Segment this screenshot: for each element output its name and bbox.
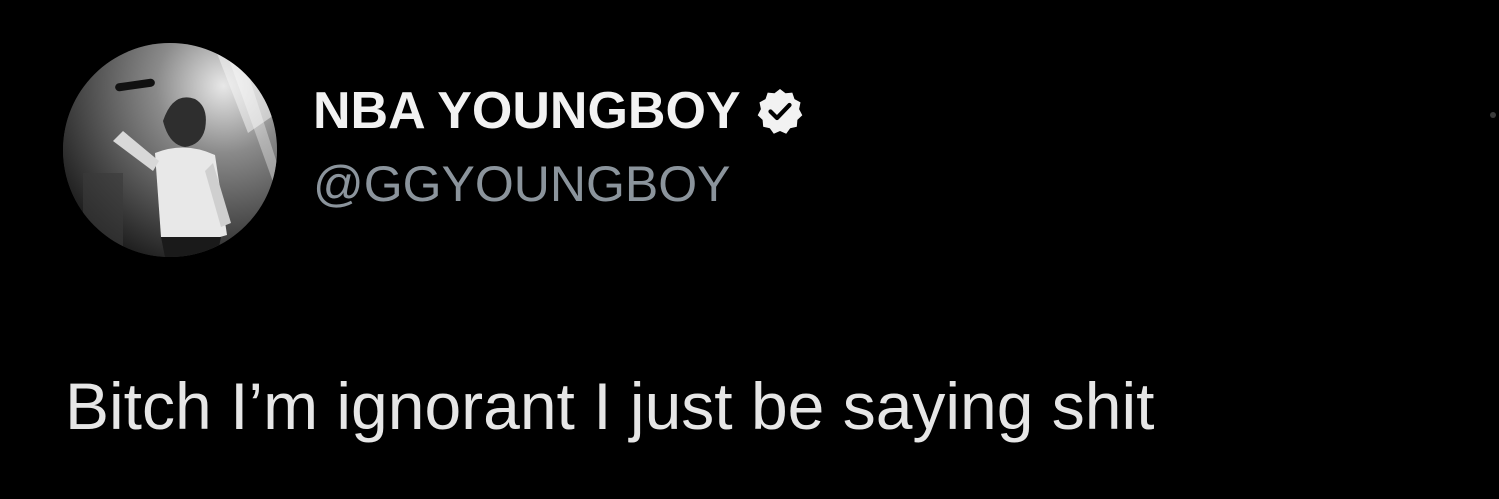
profile-photo-icon — [63, 43, 277, 257]
avatar[interactable] — [63, 43, 277, 257]
more-options-icon[interactable] — [1490, 112, 1496, 118]
tweet-card: NBA YOUNGBOY @GGYOUNGBOY Bitch I’m ignor… — [0, 0, 1499, 499]
user-handle[interactable]: @GGYOUNGBOY — [313, 154, 730, 214]
verified-badge-icon — [757, 89, 802, 134]
display-name[interactable]: NBA YOUNGBOY — [313, 80, 741, 142]
tweet-text: Bitch I’m ignorant I just be saying shit — [65, 369, 1155, 443]
display-name-row[interactable]: NBA YOUNGBOY — [313, 80, 805, 142]
